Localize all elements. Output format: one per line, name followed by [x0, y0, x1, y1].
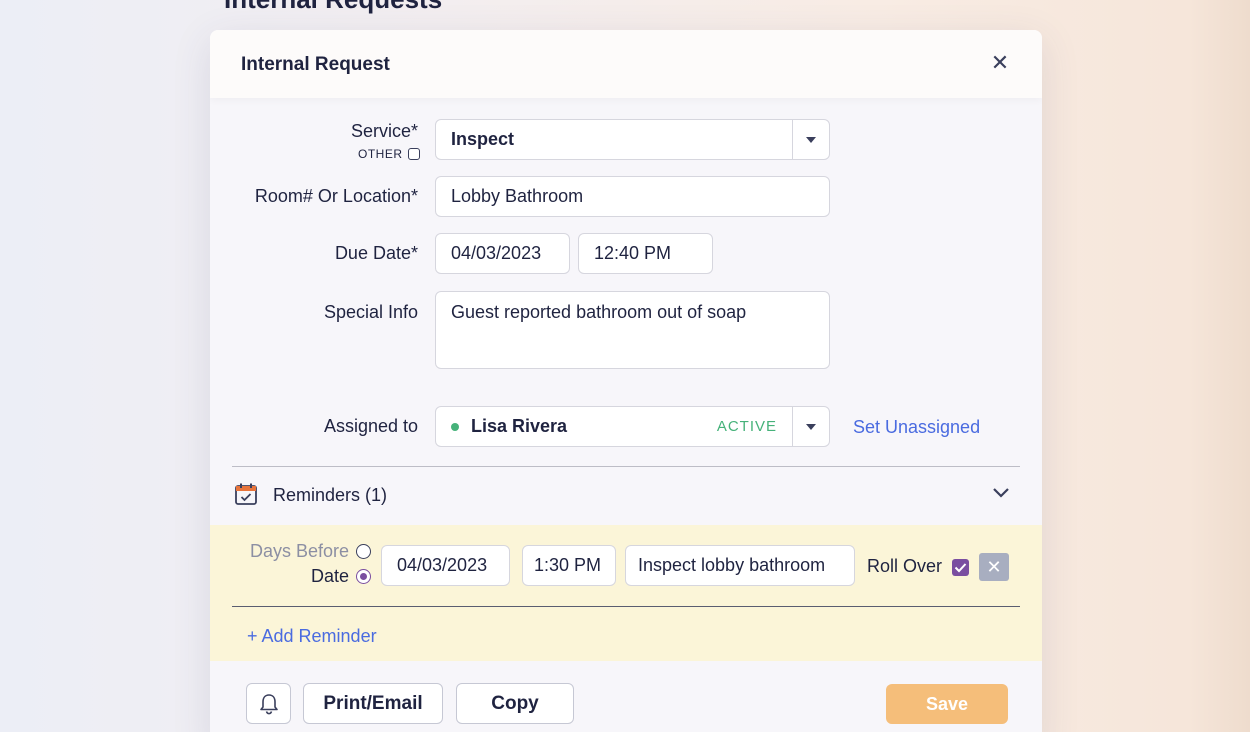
- calendar-check-icon: [235, 483, 257, 505]
- notify-button[interactable]: [246, 683, 291, 724]
- caret-down-icon: [806, 136, 816, 143]
- chevron-down-icon[interactable]: [992, 486, 1010, 500]
- status-badge: ACTIVE: [716, 418, 777, 435]
- modal-title: Internal Request: [241, 54, 390, 75]
- special-info-value: Guest reported bathroom out of soap: [451, 302, 747, 322]
- reminder-date-value: 04/03/2023: [397, 555, 488, 575]
- date-option-label: Date: [310, 566, 349, 586]
- days-before-label: Days Before: [249, 541, 349, 561]
- assignee-name: Lisa Rivera: [471, 416, 568, 436]
- roll-over-label: Roll Over: [867, 556, 943, 576]
- reminder-time-value: 1:30 PM: [534, 555, 602, 575]
- add-reminder-link[interactable]: + Add Reminder: [247, 626, 377, 647]
- reminders-title: Reminders (1): [273, 485, 388, 505]
- due-date-value: 04/03/2023: [451, 243, 542, 263]
- assignee-select[interactable]: Lisa Rivera ACTIVE: [435, 406, 830, 447]
- due-time-input[interactable]: 12:40 PM: [578, 233, 713, 274]
- reminder-panel: Days Before Date 04/03/2023 1:30 PM Insp…: [210, 525, 1042, 661]
- save-button[interactable]: Save: [886, 684, 1008, 724]
- modal-header: Internal Request ✕: [210, 30, 1042, 98]
- bell-icon: [259, 693, 278, 714]
- location-value: Lobby Bathroom: [451, 186, 584, 206]
- days-before-radio[interactable]: [356, 544, 371, 559]
- location-label: Room# Or Location*: [254, 186, 418, 206]
- other-checkbox-box[interactable]: [407, 148, 420, 160]
- service-label: Service*: [350, 121, 418, 141]
- page-title: Internal Requests: [224, 0, 442, 15]
- reminder-date-input[interactable]: 04/03/2023: [381, 545, 510, 586]
- reminder-message-value: Inspect lobby bathroom: [638, 555, 826, 575]
- reminder-message-input[interactable]: Inspect lobby bathroom: [625, 545, 855, 586]
- divider: [232, 466, 1020, 467]
- remove-reminder-button[interactable]: ✕: [979, 553, 1009, 581]
- assigned-to-label: Assigned to: [323, 416, 418, 436]
- print-email-button[interactable]: Print/Email: [303, 683, 443, 724]
- special-info-label: Special Info: [323, 302, 418, 322]
- assignee-dropdown-toggle[interactable]: [792, 407, 829, 446]
- other-checkbox[interactable]: OTHER: [358, 147, 420, 161]
- status-dot: [451, 422, 459, 431]
- due-date-input[interactable]: 04/03/2023: [435, 233, 570, 274]
- check-icon: [954, 563, 967, 573]
- roll-over-checkbox[interactable]: [952, 559, 969, 576]
- service-select[interactable]: Inspect: [435, 119, 830, 160]
- set-unassigned-link[interactable]: Set Unassigned: [853, 417, 980, 438]
- service-value: Inspect: [451, 129, 515, 149]
- close-icon[interactable]: ✕: [988, 52, 1012, 76]
- location-input[interactable]: Lobby Bathroom: [435, 176, 830, 217]
- special-info-textarea[interactable]: Guest reported bathroom out of soap: [435, 291, 830, 369]
- reminder-time-input[interactable]: 1:30 PM: [522, 545, 616, 586]
- reminder-divider: [232, 606, 1020, 607]
- caret-down-icon: [806, 423, 816, 430]
- date-radio[interactable]: [356, 569, 371, 584]
- copy-button[interactable]: Copy: [456, 683, 574, 724]
- service-dropdown-toggle[interactable]: [792, 120, 829, 159]
- due-time-value: 12:40 PM: [594, 243, 672, 263]
- internal-request-modal: Internal Request ✕ Service* OTHER Inspec…: [210, 30, 1042, 732]
- other-label: OTHER: [358, 147, 403, 161]
- due-date-label: Due Date*: [334, 243, 418, 263]
